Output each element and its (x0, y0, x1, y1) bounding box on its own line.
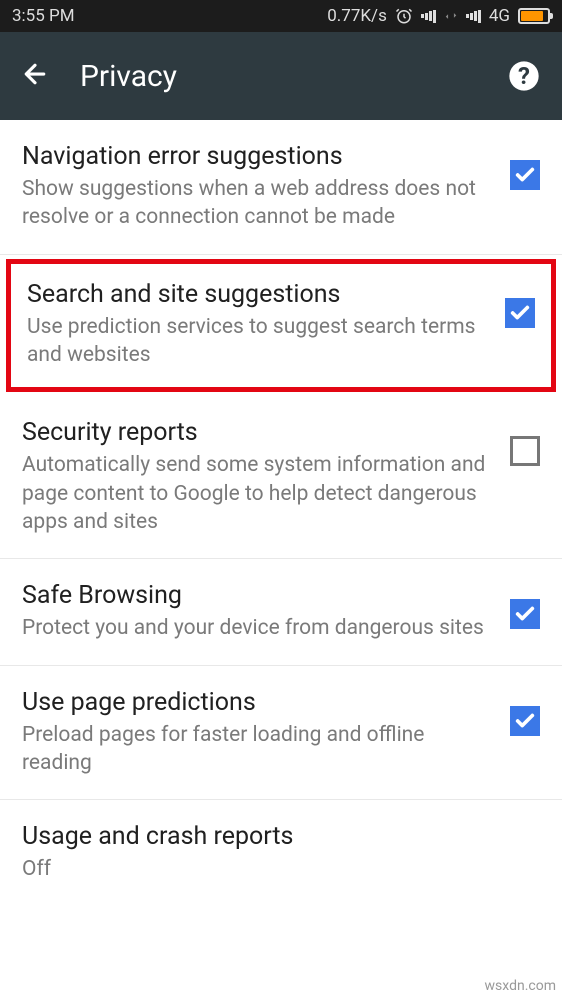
setting-title: Usage and crash reports (22, 822, 524, 851)
checkbox[interactable] (510, 436, 540, 466)
status-time: 3:55 PM (12, 6, 75, 26)
setting-search-suggestions[interactable]: Search and site suggestions Use predicti… (6, 259, 556, 393)
setting-title: Safe Browsing (22, 581, 494, 610)
setting-desc: Off (22, 855, 524, 883)
app-bar: Privacy ? (0, 32, 562, 120)
alarm-icon (395, 7, 413, 25)
checkbox[interactable] (510, 160, 540, 190)
setting-desc: Automatically send some system informati… (22, 451, 494, 536)
watermark: wsxdn.com (485, 978, 556, 994)
svg-text:?: ? (518, 62, 530, 90)
checkbox[interactable] (505, 298, 535, 328)
setting-title: Search and site suggestions (27, 280, 489, 309)
setting-title: Use page predictions (22, 688, 494, 717)
help-button[interactable]: ? (506, 58, 542, 94)
setting-page-predictions[interactable]: Use page predictions Preload pages for f… (0, 666, 562, 801)
setting-desc: Preload pages for faster loading and off… (22, 721, 494, 778)
setting-desc: Show suggestions when a web address does… (22, 175, 494, 232)
settings-list: Navigation error suggestions Show sugges… (0, 120, 562, 906)
status-bar: 3:55 PM 0.77K/s 4G (0, 0, 562, 32)
battery-icon (518, 8, 550, 24)
setting-navigation-errors[interactable]: Navigation error suggestions Show sugges… (0, 120, 562, 255)
setting-desc: Protect you and your device from dangero… (22, 614, 494, 642)
setting-title: Navigation error suggestions (22, 142, 494, 171)
setting-security-reports[interactable]: Security reports Automatically send some… (0, 396, 562, 559)
setting-desc: Use prediction services to suggest searc… (27, 313, 489, 370)
checkbox[interactable] (510, 706, 540, 736)
network-type: 4G (489, 6, 510, 26)
setting-safe-browsing[interactable]: Safe Browsing Protect you and your devic… (0, 559, 562, 665)
data-transfer-icon (444, 9, 458, 23)
checkbox[interactable] (510, 599, 540, 629)
signal-icon-2 (466, 9, 481, 23)
setting-title: Security reports (22, 418, 494, 447)
back-button[interactable] (20, 59, 50, 93)
page-title: Privacy (80, 59, 506, 94)
signal-icon (421, 9, 436, 23)
status-speed: 0.77K/s (327, 6, 387, 26)
setting-usage-crash[interactable]: Usage and crash reports Off (0, 800, 562, 905)
